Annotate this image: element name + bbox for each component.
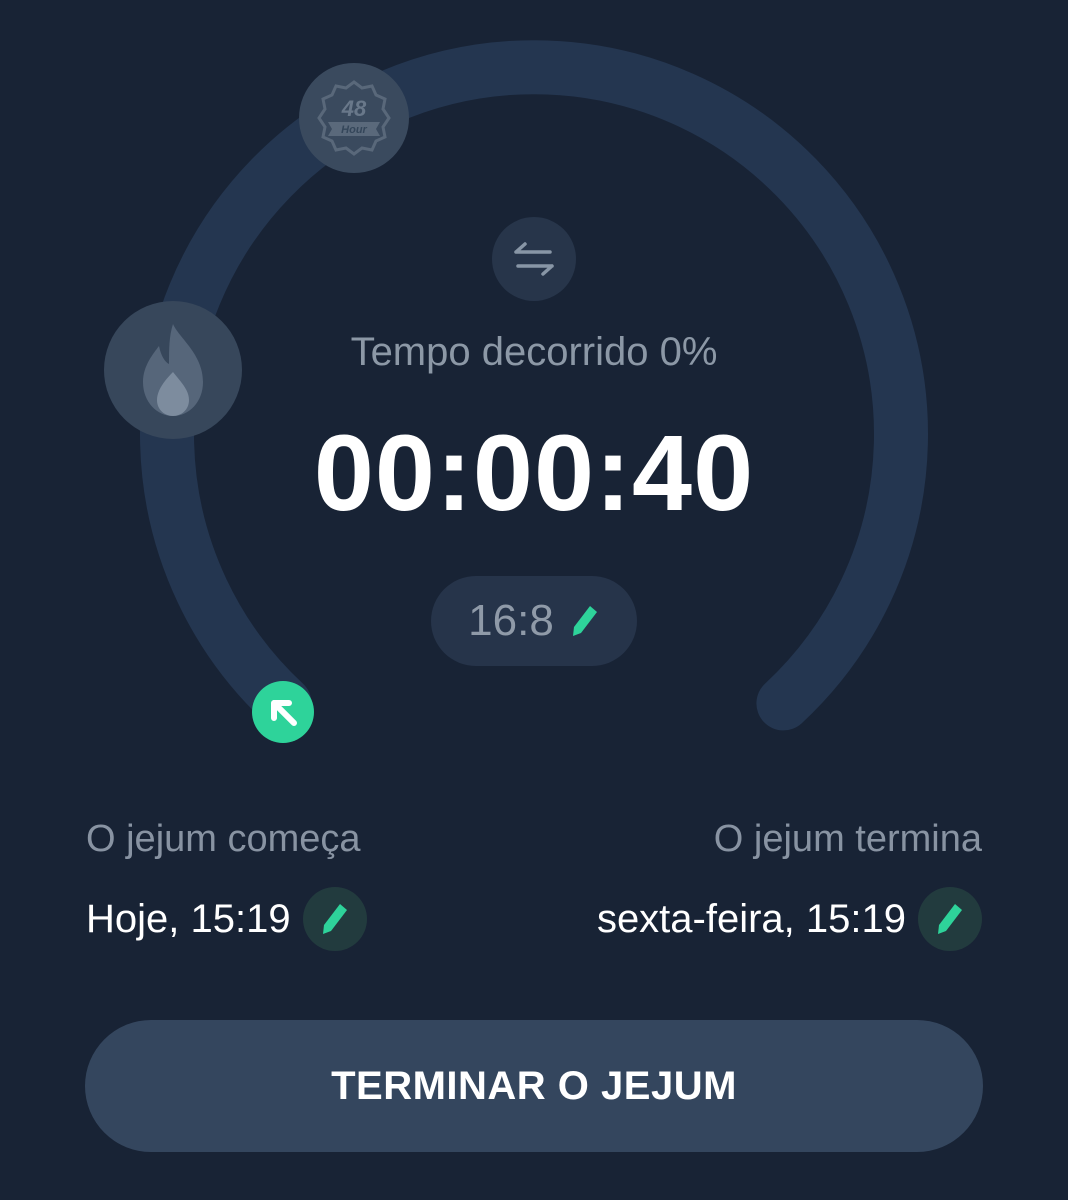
pencil-icon <box>572 606 597 636</box>
edit-start-button[interactable] <box>302 887 367 951</box>
elapsed-time-label: Tempo decorrido 0% <box>234 330 834 375</box>
pencil-icon <box>322 904 347 934</box>
swap-arrows-icon[interactable] <box>492 217 576 301</box>
fast-end-row: sexta-feira, 15:19 <box>597 886 982 952</box>
flame-icon[interactable] <box>104 301 242 439</box>
plan-ratio: 16:8 <box>468 596 554 645</box>
fast-start-marker <box>252 681 314 743</box>
elapsed-label-text: Tempo decorrido <box>350 330 649 374</box>
fast-start-label: O jejum começa <box>86 818 361 860</box>
fasting-plan-button[interactable]: 16:8 <box>431 576 637 666</box>
badge-emblem: 48 Hour <box>317 80 391 156</box>
edit-end-button[interactable] <box>918 887 982 951</box>
fasting-timer-screen: 48 Hour Tempo decorrido 0% 00:00:40 16:8… <box>0 0 1068 1200</box>
elapsed-percent: 0% <box>659 330 718 374</box>
badge-unit: Hour <box>341 124 367 136</box>
fast-end-value: sexta-feira, 15:19 <box>596 896 906 941</box>
fast-start-value: Hoje, 15:19 <box>86 896 291 941</box>
fast-end-label: O jejum termina <box>713 818 982 860</box>
fast-start-row: Hoje, 15:19 <box>86 886 367 952</box>
arrow-up-left-icon <box>271 700 297 726</box>
elapsed-timer: 00:00:40 <box>313 412 755 533</box>
end-fast-button[interactable]: TERMINAR O JEJUM <box>85 1020 983 1152</box>
badge-number: 48 <box>341 96 367 121</box>
48-hour-badge-icon[interactable]: 48 Hour <box>299 63 409 173</box>
pencil-icon <box>938 904 962 934</box>
